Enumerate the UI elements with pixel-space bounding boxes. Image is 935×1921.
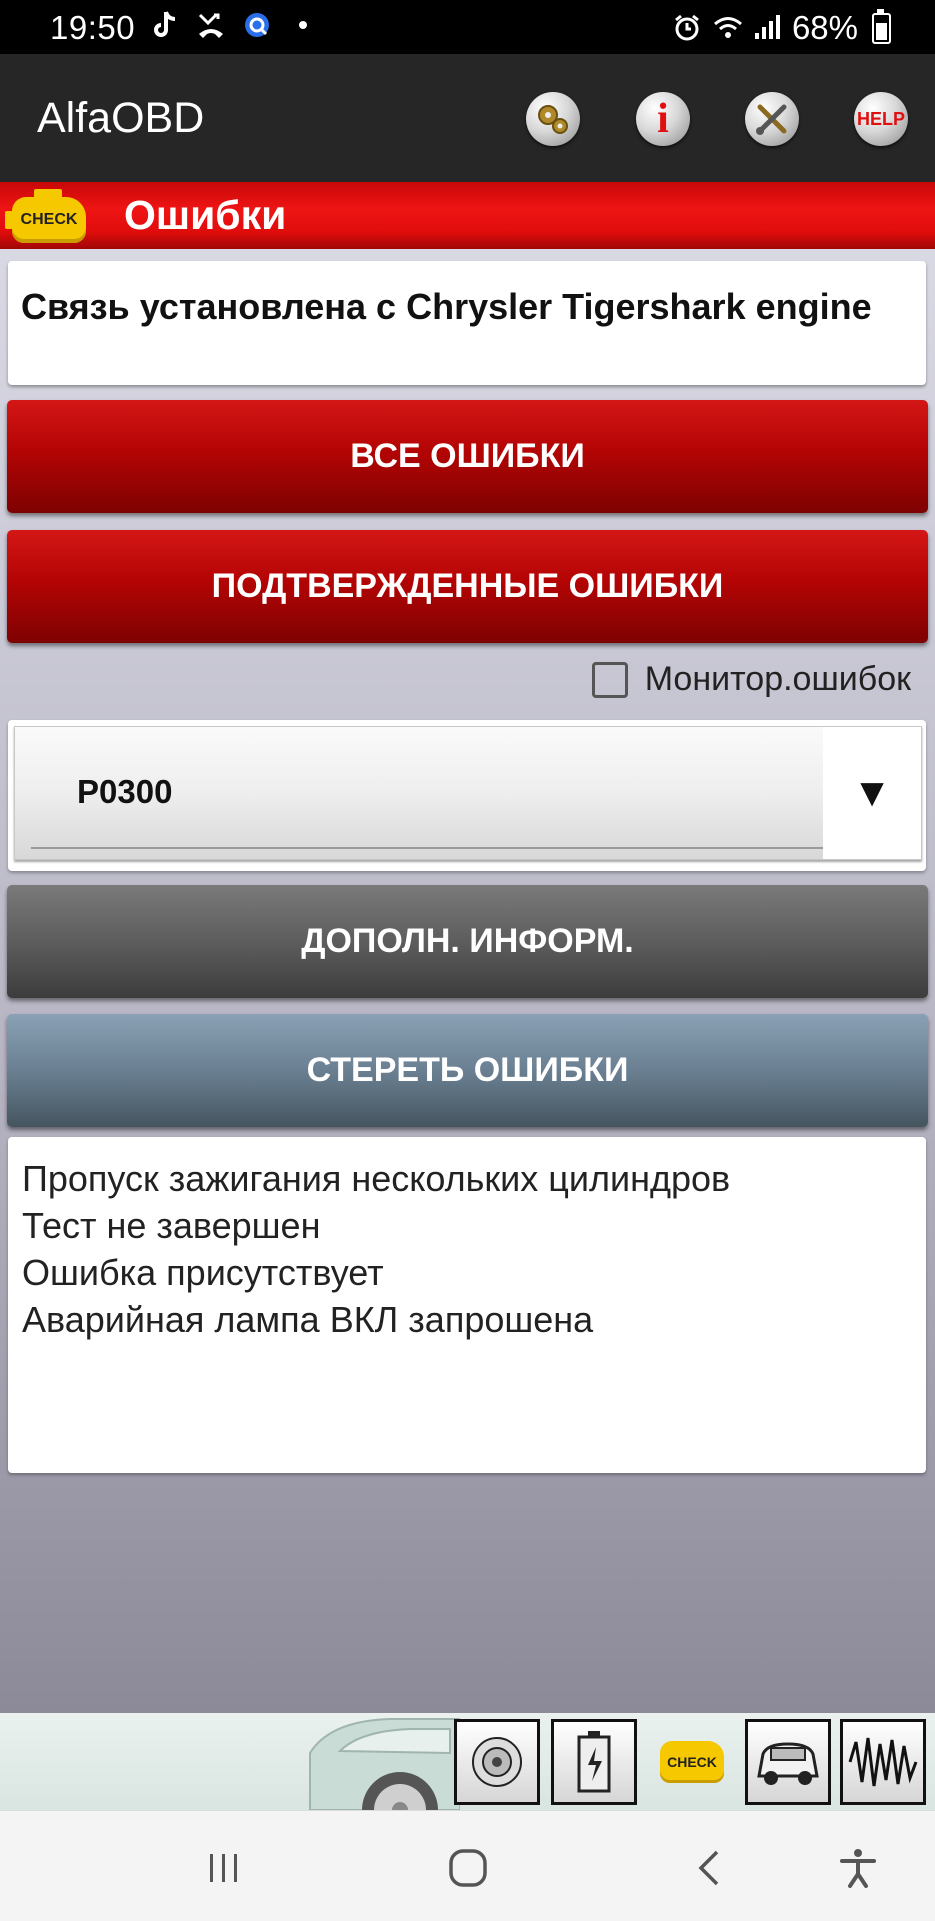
- app-title: AlfaOBD: [37, 94, 205, 142]
- car-image: [309, 1718, 460, 1810]
- battery-icon: [872, 8, 891, 44]
- clear-errors-button[interactable]: СТЕРЕТЬ ОШИБКИ: [7, 1014, 928, 1127]
- recents-icon[interactable]: [196, 1841, 252, 1895]
- battery-percent: 68%: [791, 9, 858, 46]
- wifi-icon: [712, 13, 742, 43]
- help-icon[interactable]: HELP: [854, 92, 908, 146]
- speaker-icon[interactable]: [454, 1719, 540, 1805]
- confirmed-errors-button[interactable]: ПОДТВЕРЖДЕННЫЕ ОШИБКИ: [7, 530, 928, 643]
- main-content: Связь установлена с Chrysler Tigershark …: [0, 249, 935, 1713]
- select-underline: [31, 847, 825, 849]
- error-detail-line: Аварийная лампа ВКЛ запрошена: [22, 1299, 594, 1340]
- home-icon[interactable]: [440, 1841, 496, 1895]
- selected-error-code: P0300: [77, 773, 173, 810]
- page-title: Ошибки: [124, 192, 287, 238]
- error-code-select-frame: P0300 ▼: [8, 720, 926, 871]
- battery-charge-icon[interactable]: [551, 1719, 637, 1805]
- error-detail-line: Тест не завершен: [22, 1205, 321, 1246]
- check-engine-icon: CHECK: [5, 189, 86, 243]
- all-errors-button[interactable]: ВСЕ ОШИБКИ: [7, 400, 928, 513]
- dot-icon: [288, 10, 318, 40]
- dropdown-arrow-icon: ▼: [852, 770, 892, 815]
- more-info-button[interactable]: ДОПОЛН. ИНФОРМ.: [7, 885, 928, 998]
- error-detail-line: Ошибка присутствует: [22, 1252, 384, 1293]
- section-header: CHECK Ошибки: [0, 182, 935, 249]
- info-icon[interactable]: i: [636, 92, 690, 146]
- error-code-select[interactable]: P0300 ▼: [14, 726, 922, 860]
- waveform-icon[interactable]: [840, 1719, 926, 1805]
- app-notification-icon: [242, 10, 272, 40]
- tools-icon[interactable]: [745, 92, 799, 146]
- accessibility-icon[interactable]: [830, 1841, 886, 1895]
- app-bar: AlfaOBD i HELP: [0, 54, 935, 182]
- status-left-icons: [150, 10, 318, 40]
- missed-call-icon: [196, 10, 226, 40]
- connection-status: Связь установлена с Chrysler Tigershark …: [8, 261, 926, 385]
- check-small-label: CHECK: [667, 1754, 717, 1770]
- tiktok-icon: [150, 10, 180, 40]
- monitor-checkbox[interactable]: [591, 661, 628, 698]
- back-icon[interactable]: [683, 1841, 739, 1895]
- error-details-panel: Пропуск зажигания нескольких цилиндров Т…: [8, 1137, 926, 1473]
- signal-icon: [752, 13, 782, 43]
- bottom-toolbar: CHECK: [0, 1713, 935, 1810]
- monitor-label: Монитор.ошибок: [644, 660, 911, 698]
- error-detail-line: Пропуск зажигания нескольких цилиндров: [22, 1158, 731, 1199]
- status-bar: 19:50 68%: [0, 0, 935, 54]
- error-monitor-toggle[interactable]: Монитор.ошибок: [591, 660, 911, 699]
- car-service-icon[interactable]: [745, 1719, 831, 1805]
- check-engine-icon[interactable]: CHECK: [660, 1741, 724, 1783]
- help-label: HELP: [856, 108, 905, 129]
- check-badge-label: CHECK: [20, 211, 78, 228]
- status-right: 68%: [672, 8, 891, 47]
- alarm-icon: [672, 13, 702, 43]
- system-nav-bar: [0, 1810, 935, 1921]
- dropdown-toggle[interactable]: ▼: [823, 727, 921, 859]
- status-time: 19:50: [50, 9, 136, 46]
- info-letter: i: [657, 96, 669, 142]
- gears-icon[interactable]: [526, 92, 580, 146]
